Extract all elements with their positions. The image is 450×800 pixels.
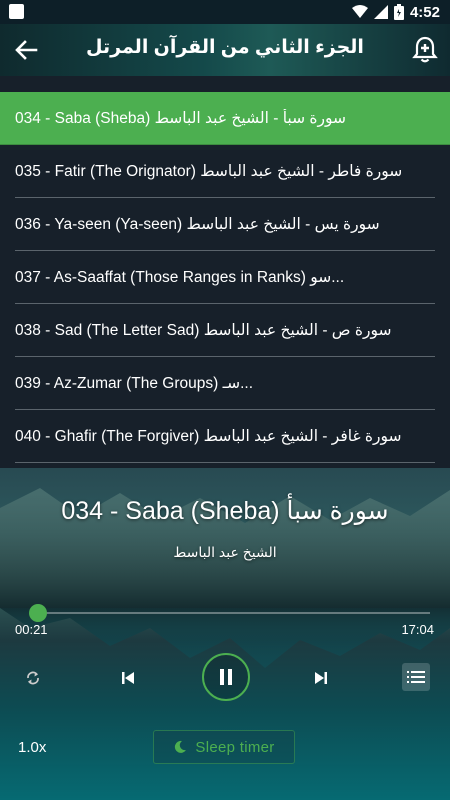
total-time: 17:04	[401, 622, 434, 637]
now-playing-subtitle: الشيخ عبد الباسط	[173, 544, 277, 560]
add-alarm-icon[interactable]	[410, 35, 440, 65]
clock: 4:52	[409, 3, 440, 21]
repeat-icon	[27, 671, 39, 685]
track-label: 037 - As-Saaffat (Those Ranges in Ranks)…	[15, 268, 345, 286]
previous-button[interactable]	[116, 666, 140, 690]
pause-icon	[220, 669, 232, 685]
playback-speed[interactable]: 1.0x	[18, 739, 46, 756]
track-item-038[interactable]: 038 - Sad (The Letter Sad) سورة ص - الشي…	[15, 304, 435, 357]
track-item-040[interactable]: 040 - Ghafir (The Forgiver) سورة غافر - …	[15, 410, 435, 463]
track-label: 038 - Sad (The Letter Sad) سورة ص - الشي…	[15, 321, 392, 339]
seek-thumb[interactable]	[29, 604, 47, 622]
track-label: 035 - Fatir (The Orignator) سورة فاطر - …	[15, 162, 403, 180]
sleep-timer-button[interactable]: Sleep timer	[153, 730, 295, 764]
track-item-034[interactable]: 034 - Saba (Sheba) سورة سبأ - الشيخ عبد …	[0, 92, 450, 145]
skip-next-icon	[315, 672, 327, 684]
status-bar: 4:52	[0, 0, 450, 24]
next-button[interactable]	[309, 666, 333, 690]
notification-icon	[9, 4, 24, 19]
track-label: 039 - Az-Zumar (The Groups) سـ...	[15, 374, 254, 392]
signal-icon	[373, 5, 388, 19]
track-item-035[interactable]: 035 - Fatir (The Orignator) سورة فاطر - …	[15, 145, 435, 198]
moon-icon	[175, 740, 187, 753]
now-playing-title: 034 - Saba (Sheba) سورة سبأ	[61, 497, 389, 525]
toolbar: الجزء الثاني من القرآن المرتل	[0, 24, 450, 76]
wifi-icon	[351, 5, 368, 18]
playlist-button[interactable]	[402, 663, 430, 691]
track-label: 034 - Saba (Sheba) سورة سبأ - الشيخ عبد …	[15, 109, 347, 127]
repeat-button[interactable]	[21, 666, 45, 690]
sleep-timer-label: Sleep timer	[195, 738, 275, 756]
play-pause-button[interactable]	[202, 653, 250, 701]
player-panel: 034 - Saba (Sheba) سورة سبأ الشيخ عبد ال…	[0, 468, 450, 800]
page-title: الجزء الثاني من القرآن المرتل	[86, 37, 364, 58]
track-list: 034 - Saba (Sheba) سورة سبأ - الشيخ عبد …	[0, 76, 450, 468]
track-item-037[interactable]: 037 - As-Saaffat (Those Ranges in Ranks)…	[15, 251, 435, 304]
skip-previous-icon	[122, 672, 134, 684]
track-item-036[interactable]: 036 - Ya-seen (Ya-seen) سورة يس - الشيخ …	[15, 198, 435, 251]
seek-bar[interactable]	[30, 612, 430, 614]
list-icon	[407, 671, 425, 683]
current-time: 00:21	[15, 622, 48, 637]
back-arrow-icon[interactable]	[12, 36, 40, 64]
track-label: 036 - Ya-seen (Ya-seen) سورة يس - الشيخ …	[15, 215, 380, 233]
track-label: 040 - Ghafir (The Forgiver) سورة غافر - …	[15, 427, 402, 445]
track-item-039[interactable]: 039 - Az-Zumar (The Groups) سـ...	[15, 357, 435, 410]
battery-icon	[393, 4, 404, 20]
